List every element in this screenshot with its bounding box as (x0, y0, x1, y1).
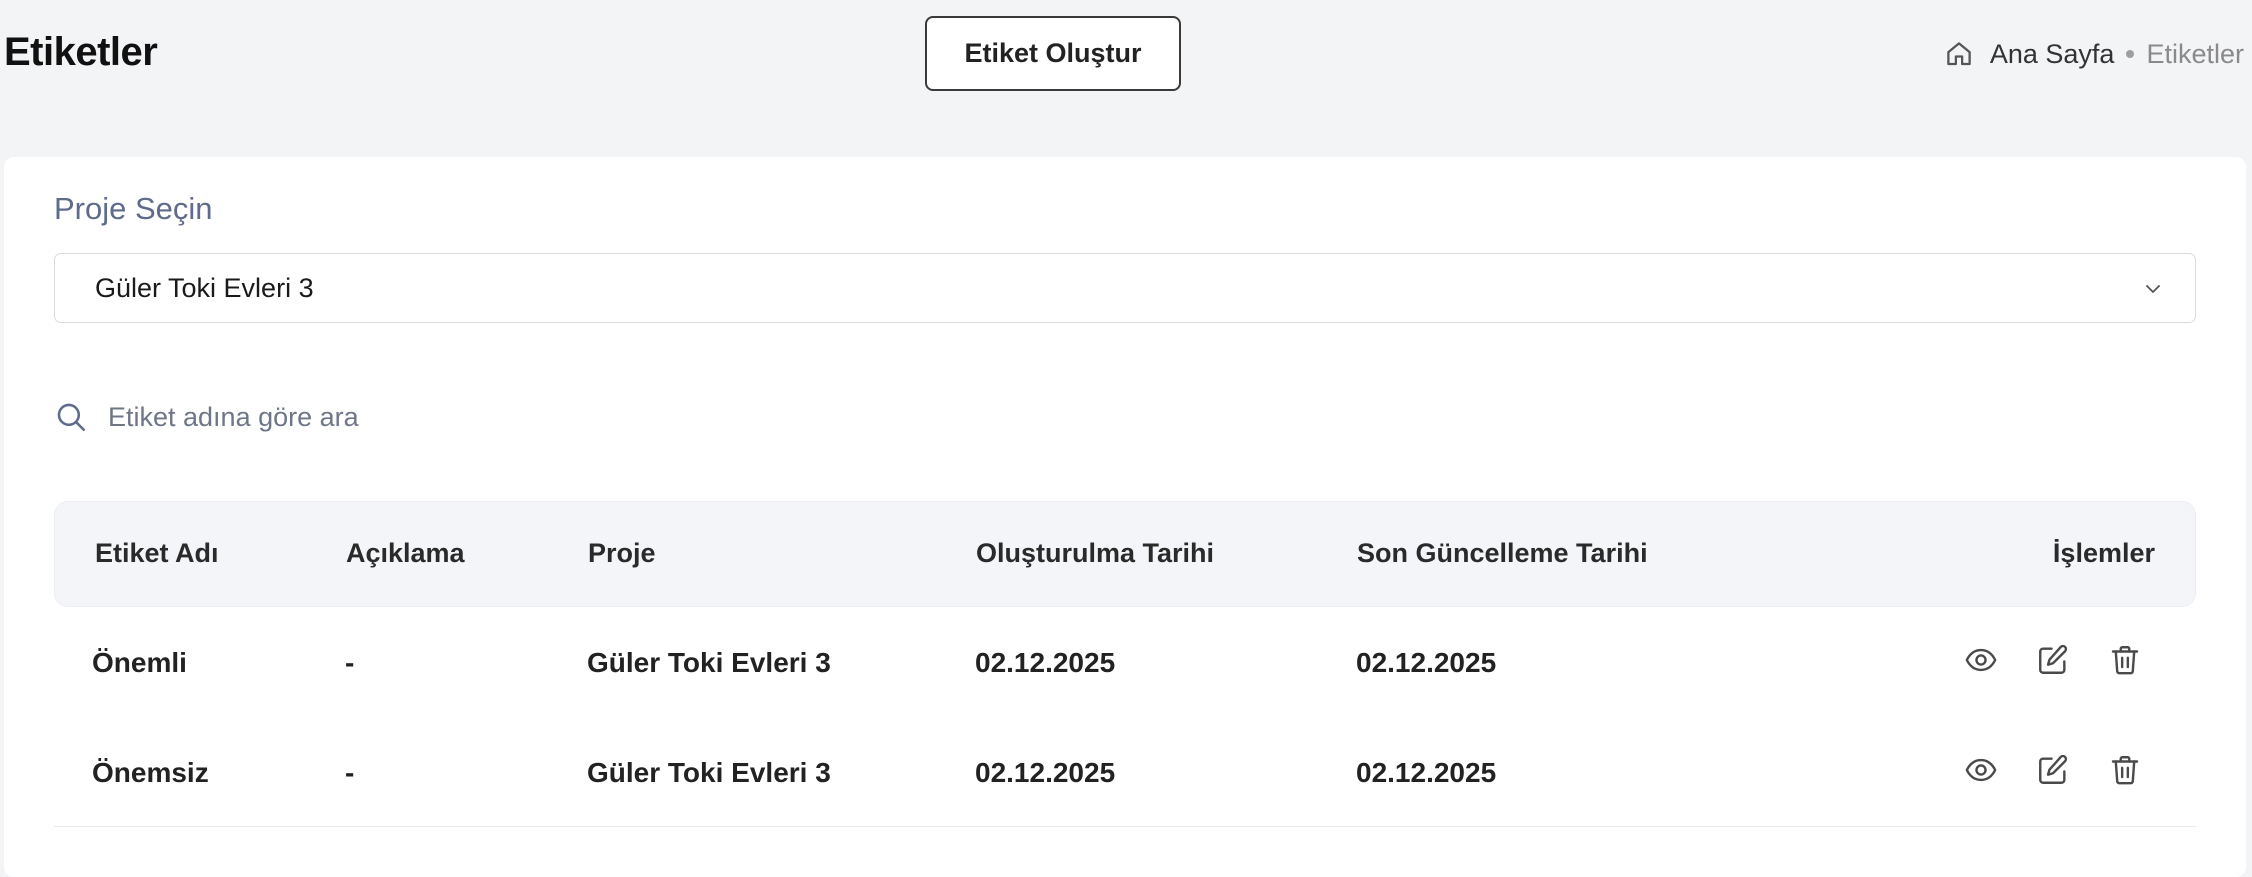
column-header-description[interactable]: Açıklama (346, 538, 465, 569)
cell-created: 02.12.2025 (975, 757, 1116, 788)
cell-project: Güler Toki Evleri 3 (587, 647, 831, 678)
breadcrumb: Ana Sayfa Etiketler (1944, 36, 2244, 72)
table-row: Önemsiz - Güler Toki Evleri 3 02.12.2025… (54, 717, 2196, 827)
trash-icon[interactable] (2108, 643, 2142, 677)
column-header-actions: İşlemler (2052, 538, 2155, 568)
tags-card: Proje Seçin Güler Toki Evleri 3 Etiket A… (4, 157, 2246, 877)
cell-description: - (345, 757, 355, 788)
column-header-name[interactable]: Etiket Adı (95, 538, 219, 569)
project-select-label: Proje Seçin (54, 191, 213, 226)
table-row: Önemli - Güler Toki Evleri 3 02.12.2025 … (54, 607, 2196, 717)
edit-icon[interactable] (2036, 753, 2070, 787)
cell-project: Güler Toki Evleri 3 (587, 757, 831, 788)
chevron-down-icon (2141, 277, 2165, 301)
search-input[interactable] (108, 401, 808, 433)
search-icon (54, 400, 88, 434)
column-header-project[interactable]: Proje (588, 538, 656, 569)
column-header-created[interactable]: Oluşturulma Tarihi (976, 538, 1214, 569)
cell-name: Önemli (92, 647, 187, 678)
breadcrumb-home-link[interactable]: Ana Sayfa (1990, 39, 2115, 70)
project-select-value: Güler Toki Evleri 3 (95, 272, 314, 303)
eye-icon[interactable] (1964, 753, 1998, 787)
home-icon[interactable] (1944, 39, 1974, 69)
cell-updated: 02.12.2025 (1356, 757, 1497, 788)
cell-created: 02.12.2025 (975, 647, 1116, 678)
cell-name: Önemsiz (92, 757, 209, 788)
cell-updated: 02.12.2025 (1356, 647, 1497, 678)
table-header: Etiket Adı Açıklama Proje Oluşturulma Ta… (54, 501, 2196, 607)
cell-description: - (345, 647, 355, 678)
eye-icon[interactable] (1964, 643, 1998, 677)
page-header: Etiketler Etiket Oluştur Ana Sayfa Etike… (0, 0, 2252, 156)
create-tag-button[interactable]: Etiket Oluştur (925, 16, 1181, 91)
page-title: Etiketler (4, 30, 158, 74)
trash-icon[interactable] (2108, 753, 2142, 787)
row-actions (1964, 643, 2142, 677)
row-actions (1964, 753, 2142, 787)
edit-icon[interactable] (2036, 643, 2070, 677)
breadcrumb-current: Etiketler (2146, 38, 2244, 69)
breadcrumb-separator (2126, 50, 2135, 58)
search-bar (54, 389, 854, 445)
column-header-updated[interactable]: Son Güncelleme Tarihi (1357, 538, 1648, 569)
project-select[interactable]: Güler Toki Evleri 3 (54, 253, 2196, 323)
